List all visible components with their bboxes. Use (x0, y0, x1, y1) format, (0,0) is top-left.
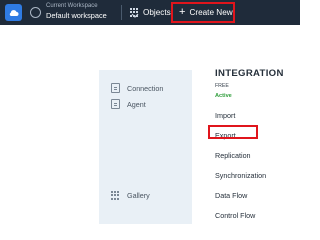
palette-item-connection[interactable]: Connection (111, 83, 163, 93)
palette-item-label: Connection (127, 83, 164, 93)
objects-button[interactable]: Objects (130, 6, 171, 19)
status-badge: Active (215, 93, 232, 99)
menu-item-replication[interactable]: Replication (215, 151, 251, 160)
agent-icon (111, 99, 120, 109)
export-highlight (208, 125, 258, 139)
objects-label: Objects (143, 8, 171, 17)
menu-item-control-flow[interactable]: Control Flow (215, 211, 255, 220)
palette-item-agent[interactable]: Agent (111, 99, 146, 109)
grid-icon (130, 8, 139, 17)
app-root: Current Workspace Default workspace Obje… (0, 0, 300, 224)
menu-item-data-flow[interactable]: Data Flow (215, 191, 247, 200)
connection-icon (111, 83, 120, 93)
palette-item-label: Agent (127, 99, 146, 109)
topbar-divider (121, 5, 122, 20)
workspace-name: Default workspace (46, 11, 107, 20)
gallery-label: Gallery (127, 191, 150, 200)
plan-label: FREE (215, 83, 229, 89)
gallery-icon (111, 191, 120, 200)
workspace-avatar-icon (30, 7, 41, 18)
palette-item-gallery[interactable]: Gallery (111, 191, 150, 200)
workspace-switcher[interactable]: Current Workspace Default workspace (28, 3, 139, 23)
object-palette: Connection Agent Gallery (99, 70, 192, 224)
top-bar: Current Workspace Default workspace Obje… (0, 0, 300, 25)
create-new-highlight (171, 2, 235, 23)
menu-item-synchronization[interactable]: Synchronization (215, 171, 266, 180)
workspace-caption: Current Workspace (46, 3, 98, 9)
cloud-logo-icon[interactable] (5, 4, 22, 21)
menu-title: INTEGRATION (215, 68, 284, 79)
menu-item-import[interactable]: Import (215, 111, 235, 120)
